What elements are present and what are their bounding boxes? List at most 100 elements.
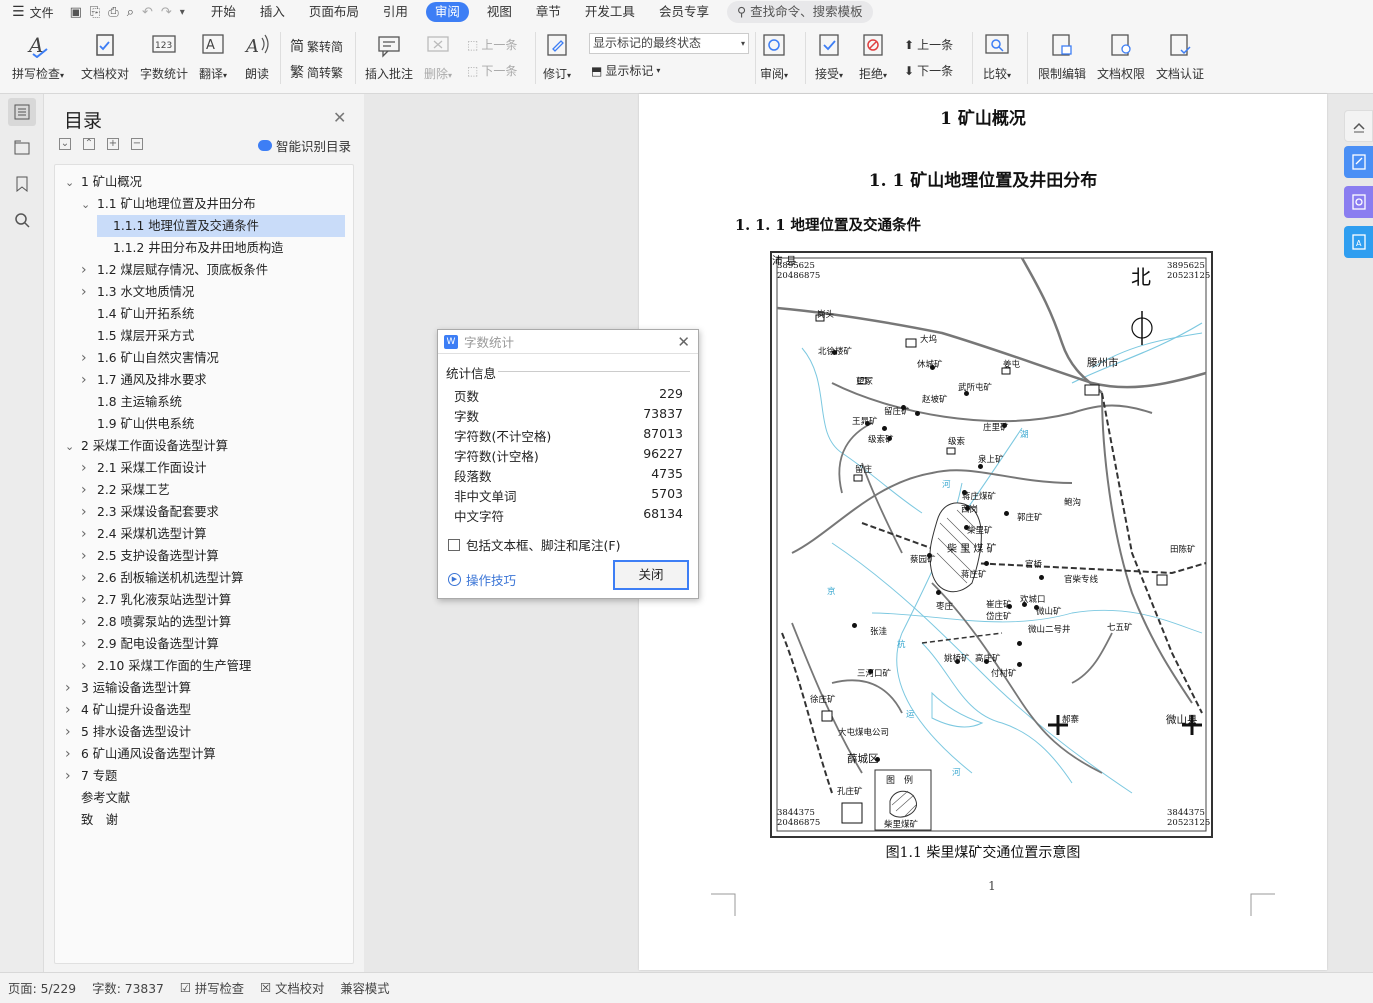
toc-item[interactable]: 致 谢 — [65, 809, 118, 831]
accept-button[interactable]: 接受▾ — [815, 32, 843, 82]
markup-state-select[interactable]: 显示标记的最终状态 ▾ — [589, 33, 749, 54]
chevron-right-icon[interactable]: › — [65, 677, 81, 699]
delete-comment-button[interactable]: 删除▾ — [424, 32, 452, 82]
toc-item[interactable]: › 2.8 喷雾泵站的选型计算 — [81, 611, 231, 633]
revise-button[interactable]: 修订▾ — [543, 32, 571, 82]
chevron-right-icon[interactable]: › — [81, 633, 97, 655]
restrict-edit-button[interactable]: 限制编辑 — [1038, 32, 1086, 82]
toc-item[interactable]: › 3 运输设备选型计算 — [65, 677, 191, 699]
toc-item[interactable]: 1.8 主运输系统 — [81, 391, 182, 413]
word-count-indicator[interactable]: 字数: 73837 — [84, 979, 172, 997]
tab-1[interactable]: 插入 — [248, 2, 297, 22]
toc-item[interactable]: › 2.7 乳化液泵站选型计算 — [81, 589, 231, 611]
collapse-all-icon[interactable]: ⌄ — [59, 138, 71, 150]
redo-icon[interactable]: ↷ — [161, 5, 172, 20]
chevron-right-icon[interactable]: › — [81, 457, 97, 479]
prev-change-button[interactable]: ⬆ 上一条 — [904, 36, 953, 53]
word-count-button[interactable]: 123 字数统计 — [140, 32, 188, 82]
chevron-right-icon[interactable]: › — [81, 281, 97, 303]
reject-button[interactable]: 拒绝▾ — [859, 32, 887, 82]
tips-link[interactable]: ▶ 操作技巧 — [448, 570, 516, 589]
read-aloud-button[interactable]: A 朗读 — [244, 32, 270, 82]
doc-assistant-icon[interactable] — [1344, 146, 1373, 178]
toc-item[interactable]: › 7 专题 — [65, 765, 117, 787]
toc-item[interactable]: › 2.1 采煤工作面设计 — [81, 457, 207, 479]
tab-5[interactable]: 视图 — [475, 2, 524, 22]
show-markup-button[interactable]: ⬒ 显示标记 ▾ — [591, 62, 660, 79]
print-icon[interactable]: ⎙ — [108, 5, 118, 20]
toc-item[interactable]: 1.4 矿山开拓系统 — [81, 303, 194, 325]
spell-check-status[interactable]: ☑ 拼写检查 — [172, 979, 252, 997]
print-preview-icon[interactable]: ⌕ — [127, 5, 134, 20]
doc-proof-button[interactable]: 文档校对 — [81, 32, 129, 82]
file-menu[interactable]: ☰ 文件 — [0, 4, 62, 21]
insert-comment-button[interactable]: 插入批注 — [365, 32, 413, 82]
tab-6[interactable]: 章节 — [524, 2, 573, 22]
chevron-right-icon[interactable]: › — [81, 259, 97, 281]
page-indicator[interactable]: 页面: 5/229 — [0, 979, 84, 997]
navigation-icon[interactable] — [8, 134, 36, 162]
doc-check-icon[interactable] — [1344, 186, 1373, 218]
chevron-right-icon[interactable]: › — [65, 721, 81, 743]
next-change-button[interactable]: ⬇ 下一条 — [904, 62, 953, 79]
toc-item[interactable]: › 1.3 水文地质情况 — [81, 281, 194, 303]
proof-status[interactable]: ☒ 文档校对 — [252, 979, 332, 997]
chevron-right-icon[interactable]: › — [81, 545, 97, 567]
toc-item[interactable]: › 2.9 配电设备选型计算 — [81, 633, 219, 655]
chevron-right-icon[interactable]: › — [65, 743, 81, 765]
toc-item[interactable]: 1.5 煤层开采方式 — [81, 325, 194, 347]
toc-item[interactable]: 参考文献 — [65, 787, 130, 809]
more-icon[interactable]: ▾ — [180, 7, 185, 18]
tab-4[interactable]: 审阅 — [425, 2, 469, 22]
toc-item[interactable]: › 2.10 采煤工作面的生产管理 — [81, 655, 251, 677]
chevron-right-icon[interactable]: › — [81, 523, 97, 545]
toc-item[interactable]: ⌄ 1.1 矿山地理位置及井田分布 — [81, 193, 256, 215]
prev-comment-button[interactable]: ⬚ 上一条 — [467, 36, 517, 53]
command-search[interactable]: ⚲ 查找命令、搜索模板 — [726, 1, 873, 23]
tab-8[interactable]: 会员专享 — [647, 2, 721, 22]
toc-item[interactable]: 1.1.2 井田分布及井田地质构造 — [97, 237, 283, 259]
chevron-right-icon[interactable]: › — [81, 347, 97, 369]
remove-level-icon[interactable]: − — [131, 138, 143, 150]
toc-item[interactable]: › 1.7 通风及排水要求 — [81, 369, 207, 391]
dialog-close-icon[interactable]: ✕ — [677, 333, 690, 351]
chevron-right-icon[interactable]: › — [81, 567, 97, 589]
include-textbox-checkbox[interactable]: 包括文本框、脚注和尾注(F) — [448, 535, 620, 554]
simp-to-trad-button[interactable]: 繁简转繁 — [290, 62, 343, 82]
toc-item[interactable]: ⌄ 1 矿山概况 — [65, 171, 142, 193]
toc-item[interactable]: › 4 矿山提升设备选型 — [65, 699, 191, 721]
chevron-down-icon[interactable]: ⌄ — [81, 194, 97, 216]
chevron-right-icon[interactable]: › — [81, 589, 97, 611]
add-level-icon[interactable]: + — [107, 138, 119, 150]
toc-item[interactable]: › 2.3 采煤设备配套要求 — [81, 501, 219, 523]
review-button[interactable]: 审阅▾ — [760, 32, 788, 82]
spell-check-button[interactable]: A 拼写检查▾ — [12, 32, 64, 82]
chevron-down-icon[interactable]: ⌄ — [65, 172, 81, 194]
doc-auth-button[interactable]: 文档认证 — [1156, 32, 1204, 82]
undo-icon[interactable]: ↶ — [142, 5, 153, 20]
doc-rights-button[interactable]: 文档权限 — [1097, 32, 1145, 82]
toc-item[interactable]: › 2.6 刮板输送机机选型计算 — [81, 567, 243, 589]
close-icon[interactable]: ✕ — [333, 108, 346, 127]
toc-item[interactable]: › 2.4 采煤机选型计算 — [81, 523, 207, 545]
compare-button[interactable]: 比较▾ — [983, 32, 1011, 82]
expand-up-icon[interactable]: ⌃ — [83, 138, 95, 150]
toc-item[interactable]: 1.9 矿山供电系统 — [81, 413, 194, 435]
chevron-right-icon[interactable]: › — [65, 765, 81, 787]
chevron-right-icon[interactable]: › — [81, 369, 97, 391]
chevron-right-icon[interactable]: › — [81, 655, 97, 677]
tab-3[interactable]: 引用 — [371, 2, 420, 22]
collapse-panel-icon[interactable] — [1344, 110, 1373, 142]
next-comment-button[interactable]: ⬚ 下一条 — [467, 62, 517, 79]
template-icon[interactable]: ⎘ — [90, 5, 100, 20]
save-icon[interactable]: ▣ — [70, 5, 82, 20]
toc-item[interactable]: › 2.5 支护设备选型计算 — [81, 545, 219, 567]
translate-button[interactable]: A 翻译▾ — [199, 32, 227, 82]
bookmark-icon[interactable] — [8, 170, 36, 198]
chevron-right-icon[interactable]: › — [81, 479, 97, 501]
toc-item[interactable]: › 1.2 煤层赋存情况、顶底板条件 — [81, 259, 268, 281]
toc-item[interactable]: › 2.2 采煤工艺 — [81, 479, 170, 501]
chevron-right-icon[interactable]: › — [81, 501, 97, 523]
toc-item[interactable]: 1.1.1 地理位置及交通条件 — [97, 215, 345, 237]
trad-to-simp-button[interactable]: 简繁转简 — [290, 36, 343, 56]
